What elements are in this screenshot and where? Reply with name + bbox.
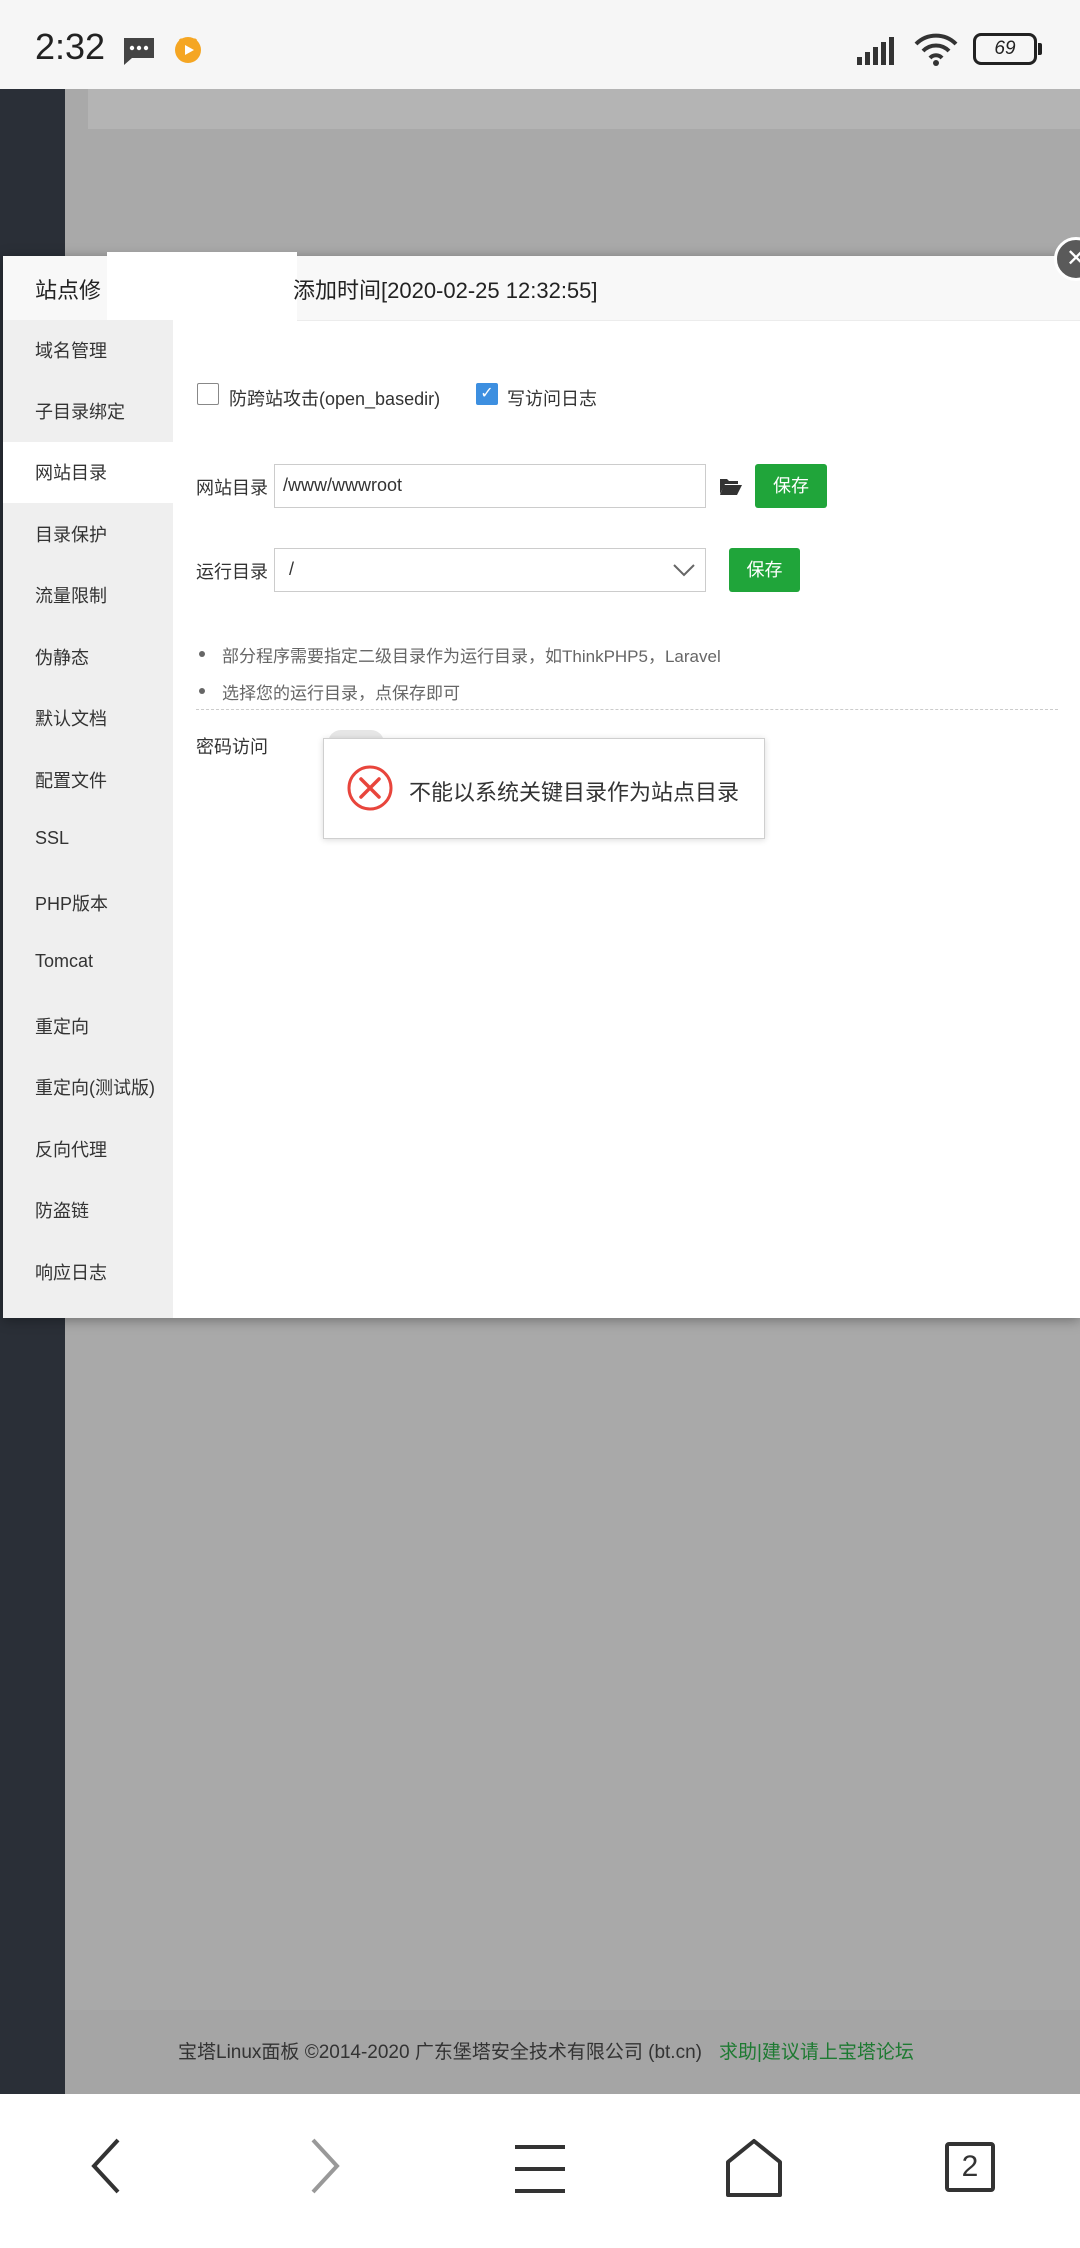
sidebar-item-site-dir[interactable]: 网站目录 <box>3 442 173 503</box>
open-basedir-label: 防跨站攻击(open_basedir) <box>229 389 441 409</box>
error-toast: 不能以系统关键目录作为站点目录 <box>323 738 765 839</box>
error-icon <box>346 764 394 817</box>
sidebar-item-dir-protect[interactable]: 目录保护 <box>3 504 173 565</box>
sidebar-item-php-version[interactable]: PHP版本 <box>3 873 173 934</box>
sidebar-item-reverse-proxy[interactable]: 反向代理 <box>3 1119 173 1180</box>
site-dir-save-button[interactable]: 保存 <box>755 464 827 508</box>
run-dir-label: 运行目录 <box>196 562 268 582</box>
app-notification-icon <box>172 33 204 70</box>
sidebar-item-redirect-beta[interactable]: 重定向(测试版) <box>3 1057 173 1118</box>
error-toast-message: 不能以系统关键目录作为站点目录 <box>409 780 740 805</box>
sidebar-item-default-doc[interactable]: 默认文档 <box>3 688 173 749</box>
sidebar-item-config-file[interactable]: 配置文件 <box>3 750 173 811</box>
access-log-checkbox[interactable]: ✓ <box>476 383 498 405</box>
back-arrow-icon[interactable] <box>88 2136 128 2201</box>
password-access-label: 密码访问 <box>196 737 268 757</box>
footer-help-link[interactable]: 求助|建议请上宝塔论坛 <box>719 2037 914 2064</box>
message-icon <box>122 36 156 71</box>
folder-open-icon[interactable] <box>719 476 743 501</box>
sidebar-item-traffic-limit[interactable]: 流量限制 <box>3 565 173 626</box>
battery-tip <box>1038 43 1042 55</box>
access-log-label: 写访问日志 <box>507 389 597 409</box>
home-icon[interactable] <box>724 2138 784 2203</box>
chevron-down-icon <box>673 563 695 582</box>
hint-text: 部分程序需要指定二级目录作为运行目录，如ThinkPHP5，Laravel <box>222 647 721 666</box>
tabs-count: 2 <box>961 2150 979 2183</box>
run-dir-value: / <box>289 559 295 579</box>
status-time: 2:32 <box>35 26 106 67</box>
forward-arrow-icon[interactable] <box>303 2136 343 2201</box>
sidebar-item-rewrite[interactable]: 伪静态 <box>3 627 173 688</box>
header-tab-overlay <box>107 252 297 322</box>
status-bar: 2:32 69 <box>0 0 1080 89</box>
modal-header: 站点修 添加时间[2020-02-25 12:32:55] <box>3 252 1080 322</box>
sidebar-item-domain[interactable]: 域名管理 <box>3 320 173 381</box>
sidebar-item-response-log[interactable]: 响应日志 <box>3 1242 173 1303</box>
signal-icon <box>857 35 901 72</box>
sidebar-item-hotlink[interactable]: 防盗链 <box>3 1180 173 1241</box>
sidebar-item-ssl[interactable]: SSL <box>3 811 173 872</box>
wifi-icon <box>914 33 958 72</box>
browser-nav-bar: 2 <box>0 2094 1080 2248</box>
run-dir-select[interactable]: / <box>274 548 706 592</box>
sidebar-item-redirect[interactable]: 重定向 <box>3 996 173 1057</box>
hint-bullet <box>199 651 205 657</box>
battery-icon: 69 <box>973 33 1037 65</box>
tabs-icon[interactable]: 2 <box>945 2142 995 2192</box>
open-basedir-checkbox[interactable] <box>197 383 219 405</box>
footer-copyright: 宝塔Linux面板 ©2014-2020 广东堡塔安全技术有限公司 (bt.cn… <box>178 2042 702 2063</box>
modal-sidebar: 域名管理 子目录绑定 网站目录 目录保护 流量限制 伪静态 默认文档 配置文件 … <box>3 320 173 1318</box>
modal-title: 站点修 <box>35 278 102 303</box>
modal-added-time: 添加时间[2020-02-25 12:32:55] <box>293 278 598 303</box>
divider <box>196 709 1058 710</box>
run-dir-save-button[interactable]: 保存 <box>729 548 800 592</box>
sidebar-item-subdir-bind[interactable]: 子目录绑定 <box>3 381 173 442</box>
menu-icon[interactable] <box>513 2144 567 2199</box>
battery-level: 69 <box>994 38 1016 59</box>
panel-top-strip <box>88 89 1080 129</box>
hint-bullet <box>199 688 205 694</box>
site-dir-label: 网站目录 <box>196 478 268 498</box>
hint-text: 选择您的运行目录，点保存即可 <box>222 684 460 703</box>
site-dir-input[interactable]: /www/wwwroot <box>274 464 706 508</box>
sidebar-item-tomcat[interactable]: Tomcat <box>3 934 173 995</box>
